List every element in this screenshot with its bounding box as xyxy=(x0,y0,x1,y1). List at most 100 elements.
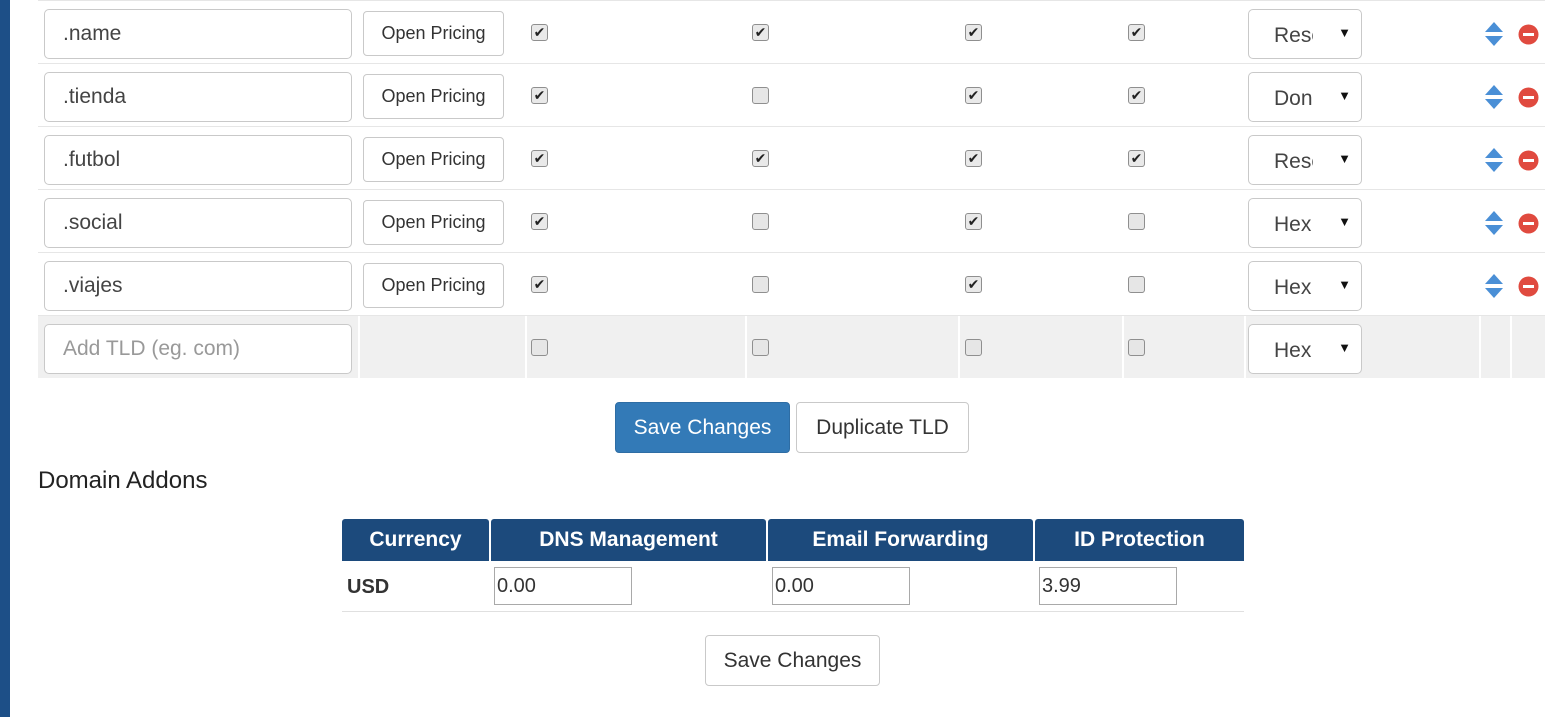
epp-code-checkbox[interactable]: ✔ xyxy=(1128,150,1145,167)
tld-input[interactable] xyxy=(44,261,352,311)
id-protection-checkbox[interactable]: ✔ xyxy=(965,276,982,293)
email-forwarding-price-input[interactable] xyxy=(772,567,910,605)
checkmark-icon: ✔ xyxy=(533,276,546,292)
checkmark-icon: ✔ xyxy=(754,150,767,166)
sort-up-down-icon[interactable] xyxy=(1484,84,1504,110)
cell-separator xyxy=(1244,316,1246,378)
currency-cell: USD xyxy=(347,576,390,598)
caret-down-icon: ▼ xyxy=(1338,340,1351,355)
checkmark-icon: ✔ xyxy=(533,24,546,40)
header-dns-management: DNS Management xyxy=(491,519,766,561)
id-protection-checkbox[interactable]: ✔ xyxy=(965,150,982,167)
checkmark-icon: ✔ xyxy=(967,87,980,103)
checkmark-icon: ✔ xyxy=(1130,87,1143,103)
checkmark-icon: ✔ xyxy=(967,24,980,40)
email-forwarding-checkbox[interactable] xyxy=(752,339,769,356)
email-forwarding-checkbox[interactable]: ✔ xyxy=(752,150,769,167)
epp-code-checkbox[interactable]: ✔ xyxy=(1128,87,1145,104)
checkmark-icon: ✔ xyxy=(967,276,980,292)
registrar-select-value: Hex xyxy=(1274,276,1312,299)
tld-row: Open Pricing ✔ ✔ ✔ Don ▼ xyxy=(38,64,1545,127)
registrar-select-value: Don xyxy=(1274,87,1313,110)
open-pricing-button[interactable]: Open Pricing xyxy=(363,74,504,119)
tld-input[interactable] xyxy=(44,72,352,122)
registrar-select[interactable]: Rese ▼ xyxy=(1248,9,1362,59)
registrar-select[interactable]: Hex ▼ xyxy=(1248,198,1362,248)
email-forwarding-checkbox[interactable] xyxy=(752,276,769,293)
checkmark-icon: ✔ xyxy=(1130,24,1143,40)
dns-checkbox[interactable]: ✔ xyxy=(531,213,548,230)
cell-separator xyxy=(358,316,360,378)
add-tld-row: Hex ▼ xyxy=(38,316,1545,378)
tld-row: Open Pricing ✔ ✔ ✔ ✔ Rese ▼ xyxy=(38,127,1545,190)
tld-table: Open Pricing ✔ ✔ ✔ ✔ Rese ▼ Open Pricing ✔ ✔ ✔ Don ▼… xyxy=(38,0,1545,378)
registrar-select[interactable]: Hex ▼ xyxy=(1248,324,1362,374)
cell-separator xyxy=(958,316,960,378)
add-tld-input[interactable] xyxy=(44,324,352,374)
checkmark-icon: ✔ xyxy=(1130,150,1143,166)
header-currency: Currency xyxy=(342,519,489,561)
dns-checkbox[interactable]: ✔ xyxy=(531,87,548,104)
registrar-select-value: Rese xyxy=(1274,150,1313,173)
id-protection-checkbox[interactable]: ✔ xyxy=(965,87,982,104)
cell-separator xyxy=(1479,316,1481,378)
epp-code-checkbox[interactable] xyxy=(1128,213,1145,230)
duplicate-tld-button[interactable]: Duplicate TLD xyxy=(796,402,969,453)
cell-separator xyxy=(1510,316,1512,378)
open-pricing-button[interactable]: Open Pricing xyxy=(363,11,504,56)
sort-up-down-icon[interactable] xyxy=(1484,147,1504,173)
remove-circle-icon[interactable] xyxy=(1518,150,1539,171)
caret-down-icon: ▼ xyxy=(1338,88,1351,103)
remove-circle-icon[interactable] xyxy=(1518,213,1539,234)
caret-down-icon: ▼ xyxy=(1338,277,1351,292)
checkmark-icon: ✔ xyxy=(967,150,980,166)
checkmark-icon: ✔ xyxy=(533,213,546,229)
email-forwarding-checkbox[interactable]: ✔ xyxy=(752,24,769,41)
open-pricing-button[interactable]: Open Pricing xyxy=(363,263,504,308)
sort-up-down-icon[interactable] xyxy=(1484,21,1504,47)
remove-circle-icon[interactable] xyxy=(1518,24,1539,45)
checkmark-icon: ✔ xyxy=(754,24,767,40)
cell-separator xyxy=(525,316,527,378)
registrar-select[interactable]: Don ▼ xyxy=(1248,72,1362,122)
epp-code-checkbox[interactable]: ✔ xyxy=(1128,24,1145,41)
sort-up-down-icon[interactable] xyxy=(1484,273,1504,299)
header-id-protection: ID Protection xyxy=(1035,519,1244,561)
dns-checkbox[interactable]: ✔ xyxy=(531,24,548,41)
cell-separator xyxy=(745,316,747,378)
tld-input[interactable] xyxy=(44,198,352,248)
id-protection-price-input[interactable] xyxy=(1039,567,1177,605)
save-changes-button[interactable]: Save Changes xyxy=(615,402,790,453)
remove-circle-icon[interactable] xyxy=(1518,87,1539,108)
tld-row: Open Pricing ✔ ✔ ✔ ✔ Rese ▼ xyxy=(38,0,1545,64)
registrar-select-value: Rese xyxy=(1274,24,1313,47)
id-protection-checkbox[interactable]: ✔ xyxy=(965,24,982,41)
cell-separator xyxy=(1122,316,1124,378)
caret-down-icon: ▼ xyxy=(1338,214,1351,229)
checkmark-icon: ✔ xyxy=(533,87,546,103)
dns-checkbox[interactable]: ✔ xyxy=(531,276,548,293)
tld-row: Open Pricing ✔ ✔ Hex ▼ xyxy=(38,190,1545,253)
left-sidebar-edge xyxy=(0,0,10,717)
id-protection-checkbox[interactable]: ✔ xyxy=(965,213,982,230)
open-pricing-button[interactable]: Open Pricing xyxy=(363,200,504,245)
tld-input[interactable] xyxy=(44,135,352,185)
epp-code-checkbox[interactable] xyxy=(1128,339,1145,356)
open-pricing-button[interactable]: Open Pricing xyxy=(363,137,504,182)
email-forwarding-checkbox[interactable] xyxy=(752,213,769,230)
email-forwarding-checkbox[interactable] xyxy=(752,87,769,104)
registrar-select[interactable]: Hex ▼ xyxy=(1248,261,1362,311)
caret-down-icon: ▼ xyxy=(1338,25,1351,40)
dns-checkbox[interactable] xyxy=(531,339,548,356)
dns-checkbox[interactable]: ✔ xyxy=(531,150,548,167)
save-addons-button[interactable]: Save Changes xyxy=(705,635,880,686)
remove-circle-icon[interactable] xyxy=(1518,276,1539,297)
tld-input[interactable] xyxy=(44,9,352,59)
registrar-select-value: Hex xyxy=(1274,339,1312,362)
tld-row: Open Pricing ✔ ✔ Hex ▼ xyxy=(38,253,1545,316)
dns-management-price-input[interactable] xyxy=(494,567,632,605)
epp-code-checkbox[interactable] xyxy=(1128,276,1145,293)
registrar-select[interactable]: Rese ▼ xyxy=(1248,135,1362,185)
id-protection-checkbox[interactable] xyxy=(965,339,982,356)
sort-up-down-icon[interactable] xyxy=(1484,210,1504,236)
